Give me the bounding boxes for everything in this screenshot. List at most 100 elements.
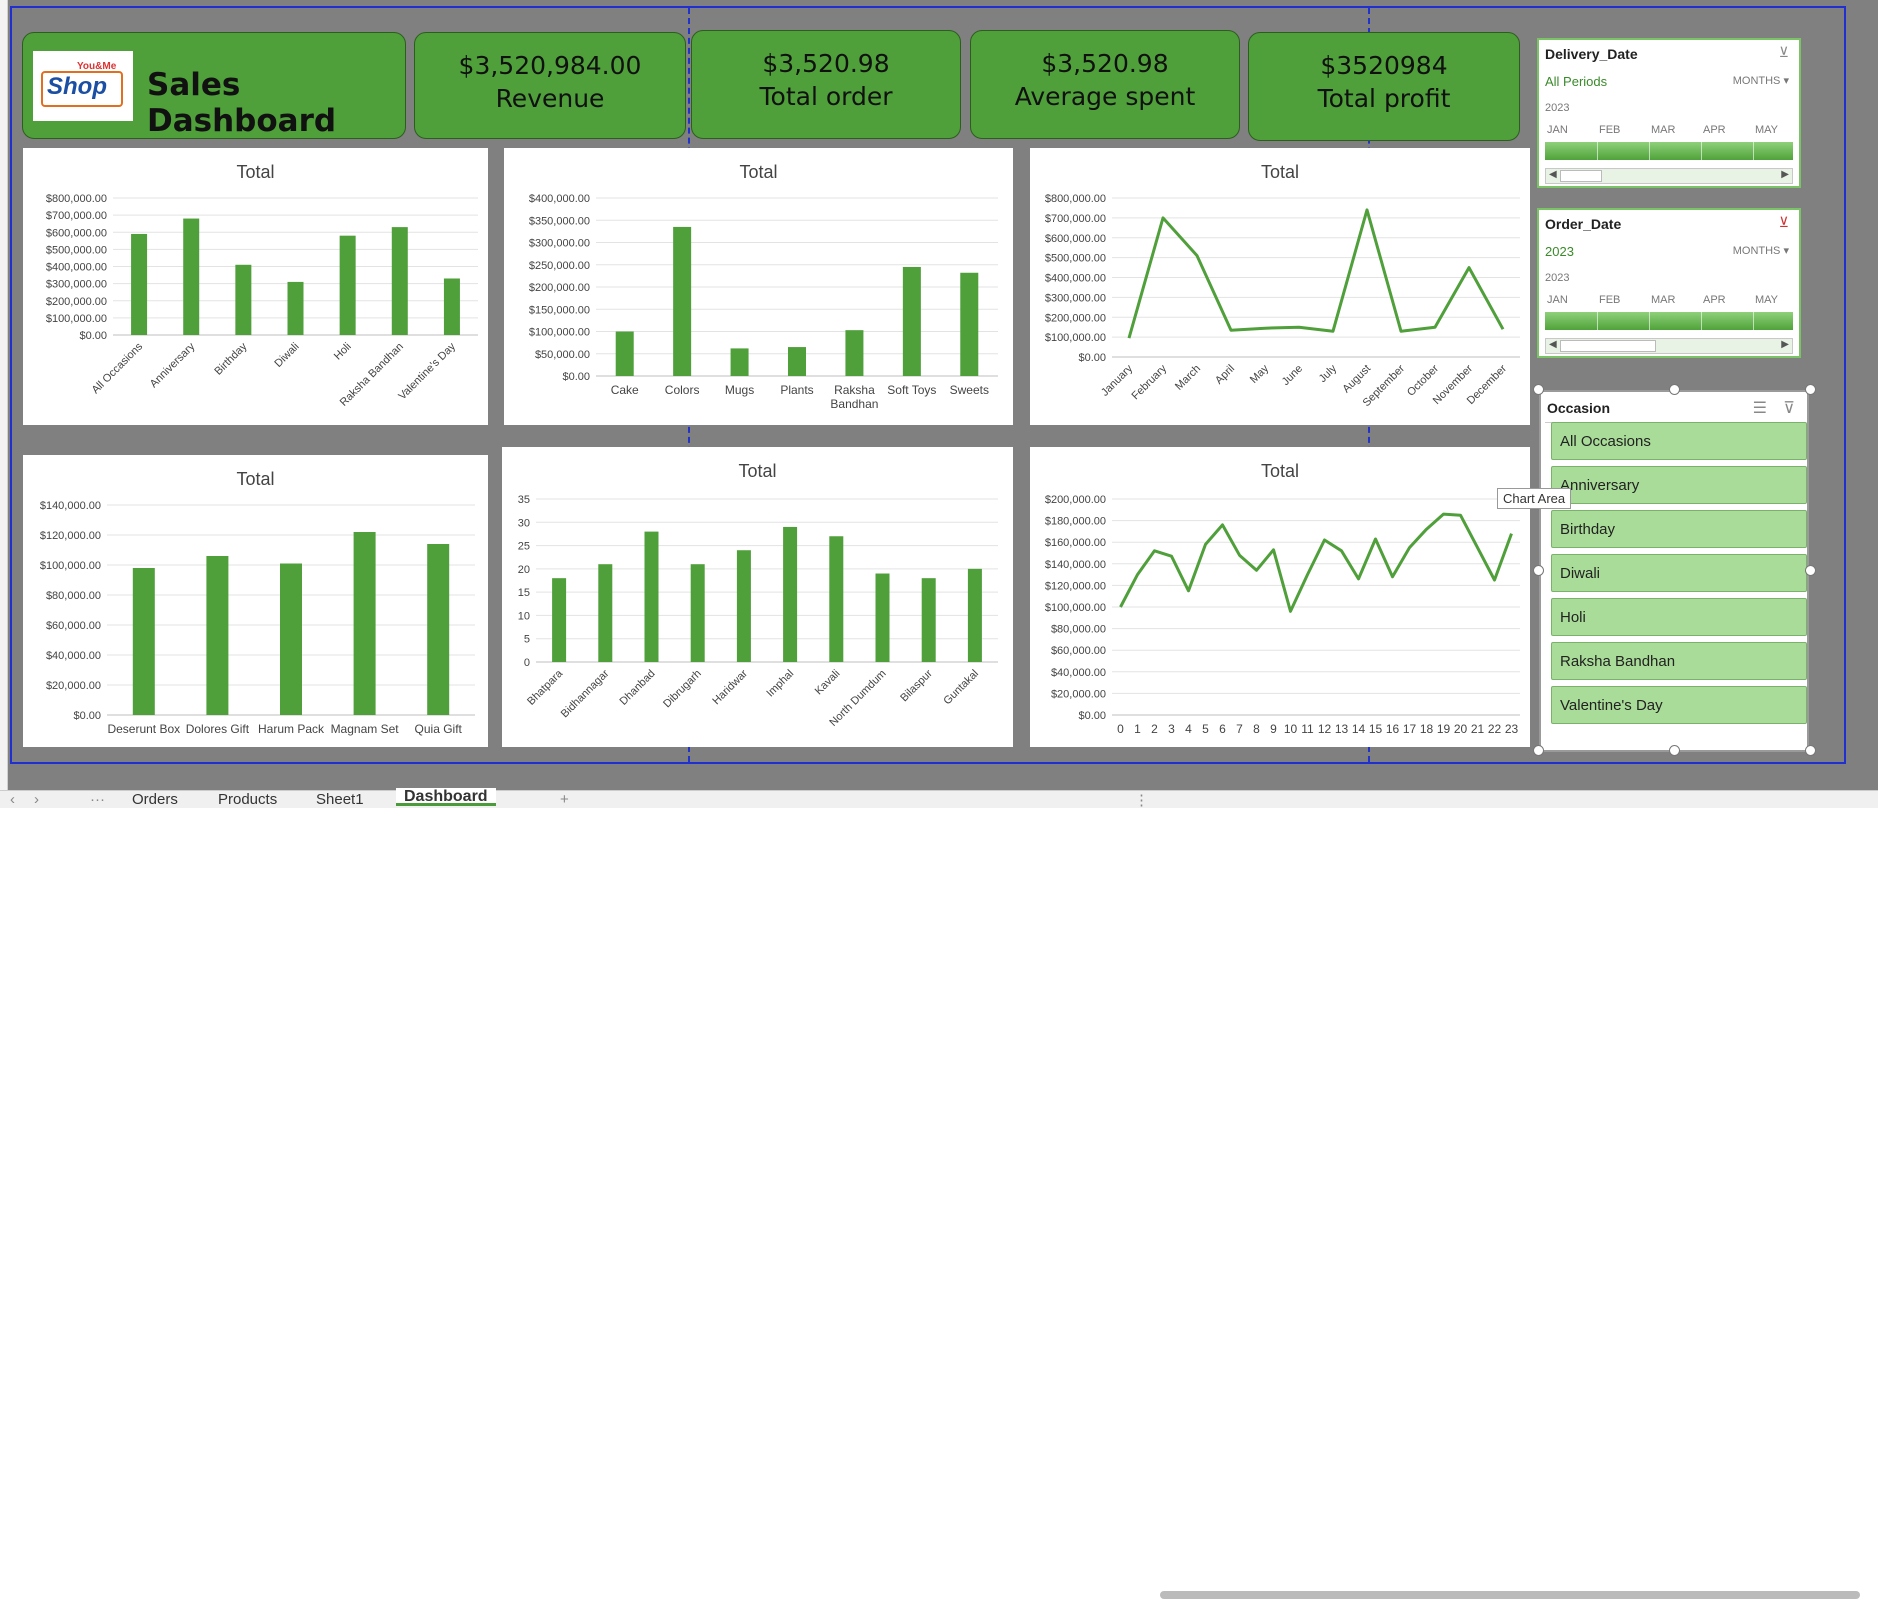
y-tick-label: 25 [518,541,530,553]
more-tabs-icon[interactable]: ··· [90,791,105,809]
scroll-left-icon[interactable]: ◀ [1549,339,1557,350]
occasion-item[interactable]: Anniversary [1551,466,1807,504]
bar [730,348,749,376]
add-sheet-icon[interactable]: + [560,791,569,809]
resize-handle[interactable] [1669,745,1680,756]
resize-handle[interactable] [1533,565,1544,576]
occasion-item[interactable]: Diwali [1551,554,1807,592]
y-tick-label: $100,000.00 [40,560,101,572]
x-tick-label: Magnam Set [331,722,400,736]
x-tick-label: Raksha Bandhan [830,383,878,411]
y-tick-label: $400,000.00 [1045,273,1106,285]
bar [132,568,155,715]
kpi-revenue-card[interactable]: $3,520,984.00 Revenue [414,32,686,139]
chart-category-total[interactable]: Total $0.00 $50,000.00 $100,000.00 $150,000… [504,148,1013,425]
chart-occasion-total[interactable]: Total $0.00 $100,000.00 $200,000.00 $300,00… [23,148,488,425]
scroll-right-icon[interactable]: ▶ [1781,169,1789,180]
tab-options-icon[interactable]: ⋮ [1134,791,1149,809]
occasion-item[interactable]: Holi [1551,598,1807,636]
y-tick-label: $250,000.00 [529,260,590,272]
spreadsheet-canvas[interactable]: You&Me Shop Sales Dashboard $3,520,984.0… [0,0,1878,1599]
clear-filter-icon[interactable]: ⊻ [1779,214,1789,231]
header-title-box[interactable]: You&Me Shop Sales Dashboard [22,32,406,139]
resize-handle[interactable] [1533,745,1544,756]
tab-products[interactable]: Products [218,791,277,809]
timeline-scrollbar[interactable]: ◀ ▶ [1545,168,1793,184]
scroll-thumb[interactable] [1560,340,1656,352]
kpi-total-profit-card[interactable]: $3520984 Total profit [1248,32,1520,141]
chart-hour-total[interactable]: Total $0.00 $20,000.00 $40,000.00 $60,000.0… [1030,447,1530,747]
occasion-item[interactable]: Raksha Bandhan [1551,642,1807,680]
y-tick-label: $0.00 [73,710,101,722]
kpi-label: Average spent [1014,82,1196,111]
occasion-item[interactable]: Birthday [1551,510,1807,548]
bar [960,272,979,376]
resize-handle[interactable] [1669,384,1680,395]
time-level-dropdown[interactable]: MONTHS ▾ [1733,244,1789,257]
y-tick-label: $20,000.00 [1051,688,1106,700]
chart-city-total[interactable]: Total 0 5 10 15 20 25 30 35 Bhatpara Bidhannagar D… [502,447,1013,747]
x-tick-label: Dhanbad [618,668,658,708]
y-tick-label: $120,000.00 [1045,580,1106,592]
bar [339,235,356,335]
timeline-bar[interactable] [1545,312,1793,330]
scroll-left-icon[interactable]: ◀ [1549,169,1557,180]
order-date-timeline[interactable]: Order_Date ⊻ 2023 MONTHS ▾ 2023 JAN FEB … [1537,208,1801,358]
resize-handle[interactable] [1805,565,1816,576]
resize-handle[interactable] [1805,745,1816,756]
x-tick-label: 17 [1403,722,1417,736]
occasion-item[interactable]: All Occasions [1551,422,1807,460]
x-tick-label-line: Mugs [725,383,754,397]
occasion-item[interactable]: Valentine's Day [1551,686,1807,724]
bar [673,226,692,376]
x-tick-label-line: Dolores Gift [186,722,250,736]
chart-svg: 0 5 10 15 20 25 30 35 BhatparaBidhannagar Dhanbad… [518,494,998,729]
chart-month-total[interactable]: Total $0.00 $100,000.00 $200,000.00 $300,00… [1030,148,1530,425]
y-tick-label: $100,000.00 [529,327,590,339]
tab-orders[interactable]: Orders [132,791,178,809]
resize-handle[interactable] [1533,384,1544,395]
occasion-slicer[interactable]: Occasion ☰ ⊽ All Occasions Anniversary B… [1539,390,1809,752]
month-label: MAY [1755,294,1779,306]
clear-filter-icon[interactable]: ⊻ [1779,44,1789,61]
kpi-average-spent-card[interactable]: $3,520.98 Average spent [970,30,1240,139]
chart-product-total[interactable]: Total $0.00 $20,000.00 $40,000.00 $60,000.0… [23,455,488,747]
bar [427,544,450,715]
x-tick-label: 20 [1454,722,1468,736]
chart-svg: $0.00 $50,000.00 $100,000.00 $150,000.00 $20… [529,193,998,411]
x-tick-label-line: Magnam Set [331,722,400,736]
y-tick-label: $50,000.00 [535,349,590,361]
row-header-gutter [0,0,8,790]
y-tick-label: 30 [518,517,530,529]
tab-scroll-left-icon[interactable]: ‹ [10,791,15,809]
x-tick-label: Sweets [950,383,989,397]
tab-scroll-right-icon[interactable]: › [34,791,39,809]
x-tick-label: Haridwar [710,667,750,707]
tab-sheet1[interactable]: Sheet1 [316,791,364,809]
bar [845,330,864,376]
x-tick-label: 14 [1352,722,1366,736]
y-tick-label: $100,000.00 [1045,602,1106,614]
y-tick-label: 15 [518,587,530,599]
y-tick-label: $60,000.00 [1051,645,1106,657]
timeline-scrollbar[interactable]: ◀ ▶ [1545,338,1793,354]
horizontal-scrollbar[interactable] [1160,1591,1860,1599]
x-tick-label: May [1248,362,1272,386]
kpi-total-order-card[interactable]: $3,520.98 Total order [691,30,961,139]
delivery-date-timeline[interactable]: Delivery_Date ⊻ All Periods MONTHS ▾ 202… [1537,38,1801,188]
scroll-thumb[interactable] [1560,170,1602,182]
timeline-bar[interactable] [1545,142,1793,160]
x-tick-label: 3 [1168,722,1175,736]
time-level-dropdown[interactable]: MONTHS ▾ [1733,74,1789,87]
scroll-right-icon[interactable]: ▶ [1781,339,1789,350]
clear-filter-icon[interactable]: ⊽ [1783,398,1795,418]
resize-handle[interactable] [1805,384,1816,395]
x-tick-label-line: Quia Gift [415,722,463,736]
tab-dashboard[interactable]: Dashboard [396,788,496,806]
y-tick-label: $200,000.00 [46,296,107,308]
x-tick-label-line: Colors [665,383,700,397]
x-tick-label: 11 [1301,722,1314,736]
y-tick-label: $0.00 [1078,710,1106,722]
multi-select-icon[interactable]: ☰ [1753,398,1767,418]
bar [598,564,613,662]
